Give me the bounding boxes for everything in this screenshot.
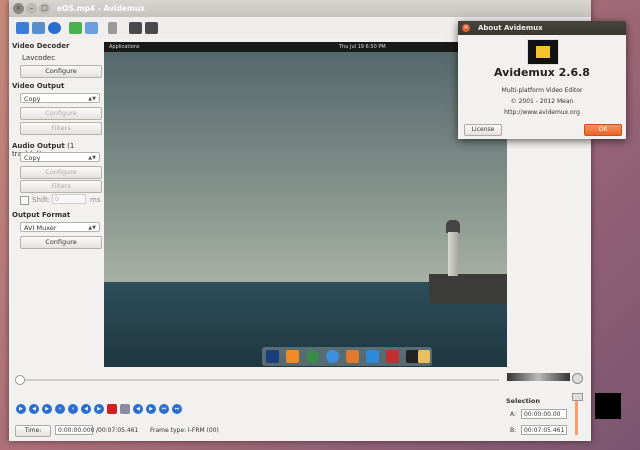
about-dialog: × About Avidemux Avidemux 2.6.8 Multi-pl… <box>458 21 626 139</box>
video-configure-button[interactable]: Configure <box>20 107 102 120</box>
muxer-configure-button[interactable]: Configure <box>20 236 102 249</box>
play-button[interactable]: ▶ <box>16 404 26 414</box>
video-decoder-heading: Video Decoder <box>12 42 70 50</box>
shift-checkbox[interactable] <box>20 196 29 205</box>
avidemux-logo-icon <box>527 39 559 65</box>
frame-type-label: Frame type: I-FRM (00) <box>150 427 219 434</box>
audio-filters-button[interactable]: Filters <box>20 180 102 193</box>
previous-keyframe-icon[interactable]: « <box>55 404 65 414</box>
video-codec-value: Copy <box>24 95 41 103</box>
preview-lighthouse <box>448 232 458 276</box>
chevron-down-icon: ▲▼ <box>88 155 96 161</box>
audio-output-title: Audio Output <box>12 142 65 150</box>
time-button[interactable]: Time: <box>15 425 51 437</box>
chevron-down-icon: ▲▼ <box>88 96 96 102</box>
next-keyframe-icon[interactable]: » <box>68 404 78 414</box>
shift-input[interactable]: 0 <box>52 194 86 204</box>
minimize-window-button[interactable]: – <box>26 3 37 14</box>
about-subtitle: Multi-platform Video Editor <box>501 87 583 94</box>
shift-unit: ms <box>90 196 101 204</box>
timeline-handle[interactable] <box>15 375 25 385</box>
about-title-bar: × About Avidemux <box>458 21 626 35</box>
back-one-minute-icon[interactable]: ◀ <box>81 404 91 414</box>
volume-knob[interactable] <box>572 373 583 384</box>
video-output-heading: Video Output <box>12 82 65 90</box>
previous-frame-icon[interactable]: ◀ <box>29 404 39 414</box>
preview-applications-label: Applications <box>109 44 140 50</box>
next-black-frame-icon[interactable]: ▶ <box>146 404 156 414</box>
marker-b-label: B: <box>510 427 517 434</box>
calculator-icon[interactable] <box>108 22 117 34</box>
volume-meter <box>507 373 570 381</box>
license-button[interactable]: License <box>464 124 502 136</box>
video-codec-select[interactable]: Copy ▲▼ <box>20 93 100 103</box>
maximize-window-button[interactable]: □ <box>39 3 50 14</box>
save-video-icon[interactable] <box>85 22 98 34</box>
next-frame-icon[interactable]: ▶ <box>42 404 52 414</box>
ok-button[interactable]: OK <box>584 124 622 136</box>
logo-frame <box>536 46 550 58</box>
window-title: eOS.mp4 - Avidemux <box>57 4 145 13</box>
marker-a-label: A: <box>510 411 517 418</box>
save-icon[interactable] <box>32 22 45 34</box>
volume-slider[interactable] <box>575 395 578 435</box>
dock-settings-icon <box>418 350 430 363</box>
volume-slider-handle[interactable] <box>572 393 583 401</box>
dock-games-icon <box>386 350 399 363</box>
muxer-select[interactable]: AVI Muxer ▲▼ <box>20 222 100 232</box>
preview-topbar: Applications Thu Jul 19 6:50 PM <box>104 42 507 52</box>
current-time-field[interactable]: 0:00:00.000 <box>55 425 95 435</box>
video-decoder-value: Lavcodec <box>22 54 56 62</box>
output-icon[interactable] <box>145 22 158 34</box>
open-file-icon[interactable] <box>16 22 29 34</box>
about-url[interactable]: http://www.avidemux.org <box>458 109 626 116</box>
input-icon[interactable] <box>129 22 142 34</box>
goto-first-frame-icon[interactable]: ⏮ <box>159 404 169 414</box>
close-window-button[interactable]: × <box>13 3 24 14</box>
about-title: About Avidemux <box>478 24 543 32</box>
title-bar: × – □ eOS.mp4 - Avidemux <box>9 0 591 17</box>
close-icon[interactable]: × <box>462 24 470 32</box>
muxer-value: AVI Muxer <box>24 224 57 232</box>
about-copyright: © 2001 - 2012 Mean <box>510 98 574 105</box>
decoder-configure-button[interactable]: Configure <box>20 65 102 78</box>
video-filters-button[interactable]: Filters <box>20 122 102 135</box>
previous-black-frame-icon[interactable]: ◀ <box>133 404 143 414</box>
info-icon[interactable] <box>48 22 61 34</box>
dock-chat-icon <box>326 350 339 363</box>
goto-last-frame-icon[interactable]: ⏭ <box>172 404 182 414</box>
preview-clock-label: Thu Jul 19 6:50 PM <box>339 44 386 50</box>
marker-b-field[interactable]: 00:07:05.461 <box>521 425 567 435</box>
set-marker-a-icon[interactable] <box>107 404 117 414</box>
forward-one-minute-icon[interactable]: ▶ <box>94 404 104 414</box>
audio-configure-button[interactable]: Configure <box>20 166 102 179</box>
about-app-name: Avidemux 2.6.8 <box>494 66 590 79</box>
preview-sky <box>104 52 507 282</box>
total-time-label: /00:07:05.461 <box>96 427 139 434</box>
dock-download-icon <box>366 350 379 363</box>
audio-codec-value: Copy <box>24 154 41 162</box>
shift-label: Shift: <box>32 196 51 204</box>
audio-codec-select[interactable]: Copy ▲▼ <box>20 152 100 162</box>
preview-dock <box>262 347 432 366</box>
chevron-down-icon: ▲▼ <box>88 225 96 231</box>
marker-a-field[interactable]: 00:00:00.00 <box>521 409 567 419</box>
dock-browser-icon <box>306 350 319 363</box>
set-marker-b-icon[interactable] <box>120 404 130 414</box>
preview-pier <box>429 274 507 304</box>
timeline-track[interactable] <box>19 379 499 381</box>
output-format-heading: Output Format <box>12 211 71 219</box>
audio-meter-display <box>595 393 621 419</box>
dock-files-icon <box>346 350 359 363</box>
open-video-icon[interactable] <box>69 22 82 34</box>
video-preview: Applications Thu Jul 19 6:50 PM <box>104 42 507 367</box>
dock-app-icon <box>266 350 279 363</box>
selection-heading: Selection <box>506 397 541 405</box>
dock-music-icon <box>286 350 299 363</box>
